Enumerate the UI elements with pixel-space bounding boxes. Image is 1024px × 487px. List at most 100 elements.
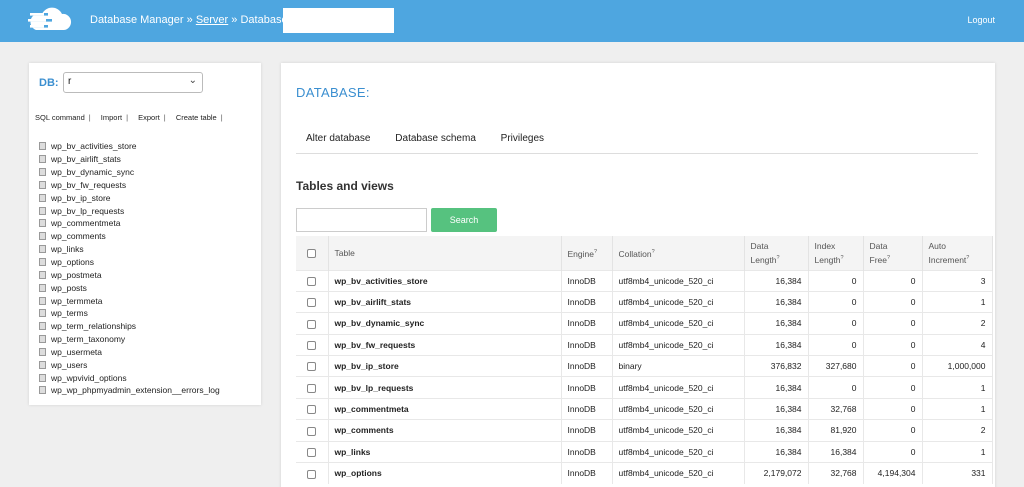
engine-cell: InnoDB (561, 376, 613, 399)
sidebar-table-item[interactable]: wp_comments (39, 230, 220, 243)
sidebar-table-label: wp_links (51, 244, 84, 255)
table-icon (39, 322, 46, 331)
sidebar-table-item[interactable]: wp_commentmeta (39, 217, 220, 230)
sidebar-table-item[interactable]: wp_bv_fw_requests (39, 179, 220, 192)
index-length-cell: 0 (808, 269, 864, 292)
table-name-cell[interactable]: wp_links (328, 440, 562, 463)
table-name-cell[interactable]: wp_commentmeta (328, 397, 562, 420)
import-link[interactable]: Import (101, 113, 122, 122)
tab-bar: Alter database Database schema Privilege… (306, 133, 566, 144)
sidebar-table-item[interactable]: wp_bv_airlift_stats (39, 153, 220, 166)
help-icon[interactable]: ? (887, 255, 890, 261)
table-icon (39, 180, 46, 189)
row-checkbox[interactable] (307, 276, 317, 286)
sidebar-table-item[interactable]: wp_term_relationships (39, 320, 220, 333)
table-row: wp_commentmeta InnoDB utf8mb4_unicode_520_… (296, 397, 993, 420)
breadcrumb-server-link[interactable]: Server (196, 14, 228, 26)
sidebar-table-label: wp_comments (51, 231, 106, 242)
column-table[interactable]: Table (328, 236, 562, 270)
db-select[interactable]: r ⌄ (63, 72, 203, 93)
sidebar-table-item[interactable]: wp_terms (39, 307, 220, 320)
auto-increment-cell: 1 (922, 397, 993, 420)
index-length-cell: 32,768 (808, 462, 864, 484)
sidebar-table-item[interactable]: wp_bv_dynamic_sync (39, 166, 220, 179)
sidebar-table-item[interactable]: wp_options (39, 256, 220, 269)
row-checkbox[interactable] (307, 447, 317, 457)
breadcrumb-separator: » (231, 14, 238, 26)
data-length-cell: 16,384 (744, 419, 809, 442)
column-index-length-label: Index (814, 240, 836, 251)
column-data-length-label: Data (750, 240, 769, 251)
row-checkbox[interactable] (307, 405, 317, 415)
column-data-free-label-2: Free (869, 254, 887, 265)
sidebar-table-label: wp_usermeta (51, 346, 103, 357)
help-icon[interactable]: ? (966, 255, 969, 261)
tab-privileges[interactable]: Privileges (501, 133, 544, 144)
table-name-cell[interactable]: wp_options (328, 462, 562, 484)
sidebar-table-label: wp_terms (51, 308, 88, 319)
table-list: wp_bv_activities_store wp_bv_airlift_stat… (39, 140, 220, 397)
help-icon[interactable]: ? (777, 255, 780, 261)
sidebar-table-label: wp_bv_dynamic_sync (51, 167, 135, 178)
table-icon (39, 373, 46, 382)
index-length-cell: 0 (808, 376, 864, 399)
column-engine-label: Engine (567, 248, 594, 259)
table-name-cell[interactable]: wp_bv_airlift_stats (328, 290, 562, 313)
help-icon[interactable]: ? (652, 249, 655, 255)
help-icon[interactable]: ? (841, 255, 844, 261)
sidebar-table-item[interactable]: wp_termmeta (39, 294, 220, 307)
data-free-cell: 0 (863, 355, 923, 377)
table-name-cell[interactable]: wp_comments (328, 419, 562, 442)
create-table-link[interactable]: Create table (176, 113, 217, 122)
column-data-length-label-2: Length (750, 254, 777, 265)
column-index-length[interactable]: Index Length? (808, 236, 864, 270)
row-checkbox[interactable] (307, 340, 317, 350)
table-name-cell[interactable]: wp_bv_dynamic_sync (328, 312, 562, 335)
table-name-cell[interactable]: wp_bv_activities_store (328, 269, 562, 292)
search-input[interactable] (296, 208, 427, 232)
table-icon (39, 245, 46, 254)
sidebar-table-item[interactable]: wp_users (39, 358, 220, 371)
sidebar-table-item[interactable]: wp_wp_phpmyadmin_extension__errors_log (39, 384, 220, 397)
column-data-free[interactable]: Data Free? (863, 236, 923, 270)
table-icon (39, 232, 46, 241)
table-icon (39, 168, 46, 177)
tables-table: Table Engine? Collation? Data Length? Ind… (296, 236, 993, 484)
sidebar-table-item[interactable]: wp_bv_lp_requests (39, 204, 220, 217)
column-collation[interactable]: Collation? (612, 236, 745, 270)
sidebar-table-item[interactable]: wp_bv_ip_store (39, 191, 220, 204)
export-link[interactable]: Export (138, 113, 160, 122)
row-checkbox[interactable] (307, 362, 317, 372)
row-checkbox[interactable] (307, 469, 317, 479)
sql-command-link[interactable]: SQL command (35, 113, 85, 122)
column-auto-increment[interactable]: Auto Increment? (922, 236, 993, 270)
table-name-cell[interactable]: wp_bv_ip_store (328, 355, 562, 377)
sidebar-table-item[interactable]: wp_posts (39, 281, 220, 294)
data-length-cell: 16,384 (744, 269, 809, 292)
sidebar-table-label: wp_bv_ip_store (51, 192, 111, 203)
help-icon[interactable]: ? (594, 249, 597, 255)
select-all-checkbox[interactable] (307, 249, 317, 258)
column-data-length[interactable]: Data Length? (744, 236, 809, 270)
column-engine[interactable]: Engine? (561, 236, 613, 270)
row-checkbox[interactable] (307, 298, 317, 308)
sidebar-table-item[interactable]: wp_wpvivid_options (39, 371, 220, 384)
sidebar-table-item[interactable]: wp_postmeta (39, 268, 220, 281)
tab-alter-database[interactable]: Alter database (306, 133, 371, 144)
search-button[interactable]: Search (431, 208, 497, 232)
auto-increment-cell: 3 (922, 269, 993, 292)
data-free-cell: 4,194,304 (863, 462, 923, 484)
table-name-cell[interactable]: wp_bv_fw_requests (328, 333, 562, 356)
row-checkbox[interactable] (307, 319, 317, 329)
sidebar-table-item[interactable]: wp_usermeta (39, 346, 220, 359)
collation-cell: binary (612, 355, 745, 377)
logout-link[interactable]: Logout (967, 15, 995, 25)
table-name-cell[interactable]: wp_bv_lp_requests (328, 376, 562, 399)
row-checkbox[interactable] (307, 383, 317, 393)
tab-database-schema[interactable]: Database schema (395, 133, 476, 144)
row-checkbox[interactable] (307, 426, 317, 436)
sidebar-table-label: wp_bv_fw_requests (51, 179, 127, 190)
sidebar-table-item[interactable]: wp_bv_activities_store (39, 140, 220, 153)
sidebar-table-item[interactable]: wp_term_taxonomy (39, 333, 220, 346)
sidebar-table-item[interactable]: wp_links (39, 243, 220, 256)
